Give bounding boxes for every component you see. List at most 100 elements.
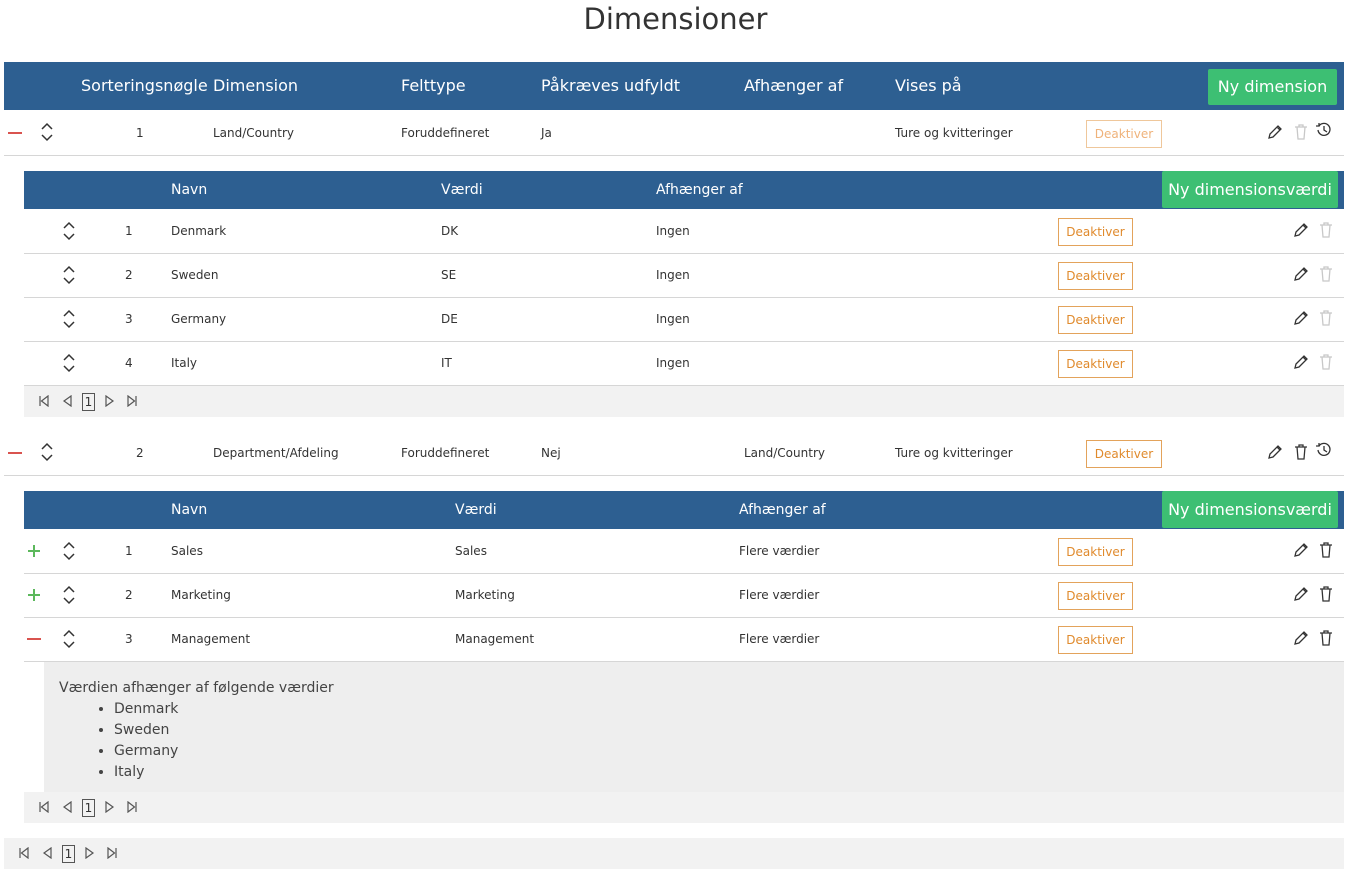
sort-chevrons-icon[interactable]: [62, 265, 76, 285]
col-field-type[interactable]: Felttype: [401, 62, 466, 110]
deactivate-button[interactable]: Deaktiver: [1058, 626, 1133, 654]
pager-last-icon[interactable]: [106, 847, 118, 859]
minus-icon[interactable]: [26, 632, 42, 646]
deactivate-button[interactable]: Deaktiver: [1058, 218, 1133, 246]
pager-last-icon[interactable]: [126, 395, 138, 407]
col-sort-key[interactable]: Sorteringsnøgle: [81, 62, 208, 110]
value-code: Sales: [455, 544, 487, 558]
pager-next-icon[interactable]: [84, 847, 96, 859]
pencil-icon[interactable]: [1292, 629, 1310, 647]
pager-prev-icon[interactable]: [61, 395, 73, 407]
trash-icon[interactable]: [1318, 265, 1334, 283]
deactivate-button[interactable]: Deaktiver: [1058, 538, 1133, 566]
dependency-list: Denmark Sweden Germany Italy: [99, 699, 178, 783]
page-title: Dimensioner: [583, 2, 768, 36]
sort-chevrons-icon[interactable]: [62, 309, 76, 329]
new-dimension-value-button[interactable]: Ny dimensionsværdi: [1162, 491, 1338, 528]
pencil-icon[interactable]: [1292, 221, 1310, 239]
value-sort: 1: [125, 544, 133, 558]
col-depends-on[interactable]: Afhænger af: [744, 62, 843, 110]
value-name: Denmark: [171, 224, 227, 238]
pager-prev-icon[interactable]: [41, 847, 53, 859]
trash-icon[interactable]: [1318, 585, 1334, 603]
deactivate-button[interactable]: Deaktiver: [1058, 262, 1133, 290]
value-code: DE: [441, 312, 458, 326]
sort-chevrons-icon[interactable]: [62, 629, 76, 649]
value-code: Marketing: [455, 588, 515, 602]
value-row[interactable]: 2 Sweden SE Ingen Deaktiver: [24, 254, 1344, 298]
pencil-icon[interactable]: [1292, 265, 1310, 283]
sort-chevrons-icon[interactable]: [62, 353, 76, 373]
history-icon[interactable]: [1315, 121, 1333, 139]
new-dimension-value-button[interactable]: Ny dimensionsværdi: [1162, 171, 1338, 208]
pager-first-icon[interactable]: [18, 847, 30, 859]
trash-icon[interactable]: [1318, 629, 1334, 647]
deactivate-button[interactable]: Deaktiver: [1058, 582, 1133, 610]
trash-icon[interactable]: [1318, 309, 1334, 327]
col-depends[interactable]: Afhænger af: [739, 491, 826, 529]
trash-icon[interactable]: [1318, 541, 1334, 559]
minus-icon[interactable]: [7, 446, 23, 460]
deactivate-button[interactable]: Deaktiver: [1058, 306, 1133, 334]
pencil-icon[interactable]: [1292, 585, 1310, 603]
col-depends[interactable]: Afhænger af: [656, 171, 743, 209]
pencil-icon[interactable]: [1292, 541, 1310, 559]
trash-icon[interactable]: [1293, 123, 1309, 141]
values-table-header: Navn Værdi Afhænger af Ny dimensionsværd…: [24, 171, 1344, 209]
col-name[interactable]: Navn: [171, 171, 207, 209]
pager-first-icon[interactable]: [38, 801, 50, 813]
trash-icon[interactable]: [1318, 221, 1334, 239]
sort-chevrons-icon[interactable]: [62, 221, 76, 241]
deactivate-button[interactable]: Deaktiver: [1086, 440, 1162, 468]
value-sort: 1: [125, 224, 133, 238]
col-value[interactable]: Værdi: [455, 491, 497, 529]
new-dimension-button[interactable]: Ny dimension: [1208, 69, 1337, 105]
dimension-required: Ja: [541, 126, 552, 140]
pager-next-icon[interactable]: [104, 395, 116, 407]
minus-icon[interactable]: [7, 126, 23, 140]
pager-last-icon[interactable]: [126, 801, 138, 813]
col-required[interactable]: Påkræves udfyldt: [541, 62, 680, 110]
pager-next-icon[interactable]: [104, 801, 116, 813]
deactivate-button[interactable]: Deaktiver: [1086, 120, 1162, 148]
deactivate-button[interactable]: Deaktiver: [1058, 350, 1133, 378]
value-row[interactable]: 2 Marketing Marketing Flere værdier Deak…: [24, 574, 1344, 618]
pager-prev-icon[interactable]: [61, 801, 73, 813]
pager-current-page[interactable]: 1: [82, 799, 95, 817]
sort-chevrons-icon[interactable]: [40, 442, 54, 462]
value-row[interactable]: 1 Denmark DK Ingen Deaktiver: [24, 210, 1344, 254]
value-name: Sweden: [171, 268, 219, 282]
dimension-name: Land/Country: [213, 126, 294, 140]
history-icon[interactable]: [1315, 441, 1333, 459]
pencil-icon[interactable]: [1292, 353, 1310, 371]
col-name[interactable]: Navn: [171, 491, 207, 529]
value-depends: Flere værdier: [739, 544, 820, 558]
pager-first-icon[interactable]: [38, 395, 50, 407]
col-shown-on[interactable]: Vises på: [895, 62, 962, 110]
value-row[interactable]: 3 Management Management Flere værdier De…: [24, 618, 1344, 662]
dimension-row[interactable]: 1 Land/Country Foruddefineret Ja Ture og…: [4, 111, 1344, 156]
pencil-icon[interactable]: [1292, 309, 1310, 327]
value-name: Italy: [171, 356, 198, 370]
col-dimension[interactable]: Dimension: [213, 62, 298, 110]
sort-chevrons-icon[interactable]: [62, 541, 76, 561]
value-row[interactable]: 1 Sales Sales Flere værdier Deaktiver: [24, 530, 1344, 574]
sort-chevrons-icon[interactable]: [40, 122, 54, 142]
value-name: Germany: [171, 312, 227, 326]
pencil-icon[interactable]: [1266, 123, 1284, 141]
dimension-depends-on: Land/Country: [744, 446, 825, 460]
list-item: Italy: [114, 762, 178, 783]
plus-icon[interactable]: [27, 588, 41, 602]
sort-chevrons-icon[interactable]: [62, 585, 76, 605]
pager-current-page[interactable]: 1: [82, 393, 95, 411]
value-row[interactable]: 3 Germany DE Ingen Deaktiver: [24, 298, 1344, 342]
dimension-row[interactable]: 2 Department/Afdeling Foruddefineret Nej…: [4, 431, 1344, 476]
value-name: Marketing: [171, 588, 231, 602]
pencil-icon[interactable]: [1266, 443, 1284, 461]
pager-current-page[interactable]: 1: [62, 845, 75, 863]
trash-icon[interactable]: [1318, 353, 1334, 371]
col-value[interactable]: Værdi: [441, 171, 483, 209]
value-row[interactable]: 4 Italy IT Ingen Deaktiver: [24, 342, 1344, 386]
plus-icon[interactable]: [27, 544, 41, 558]
trash-icon[interactable]: [1293, 443, 1309, 461]
